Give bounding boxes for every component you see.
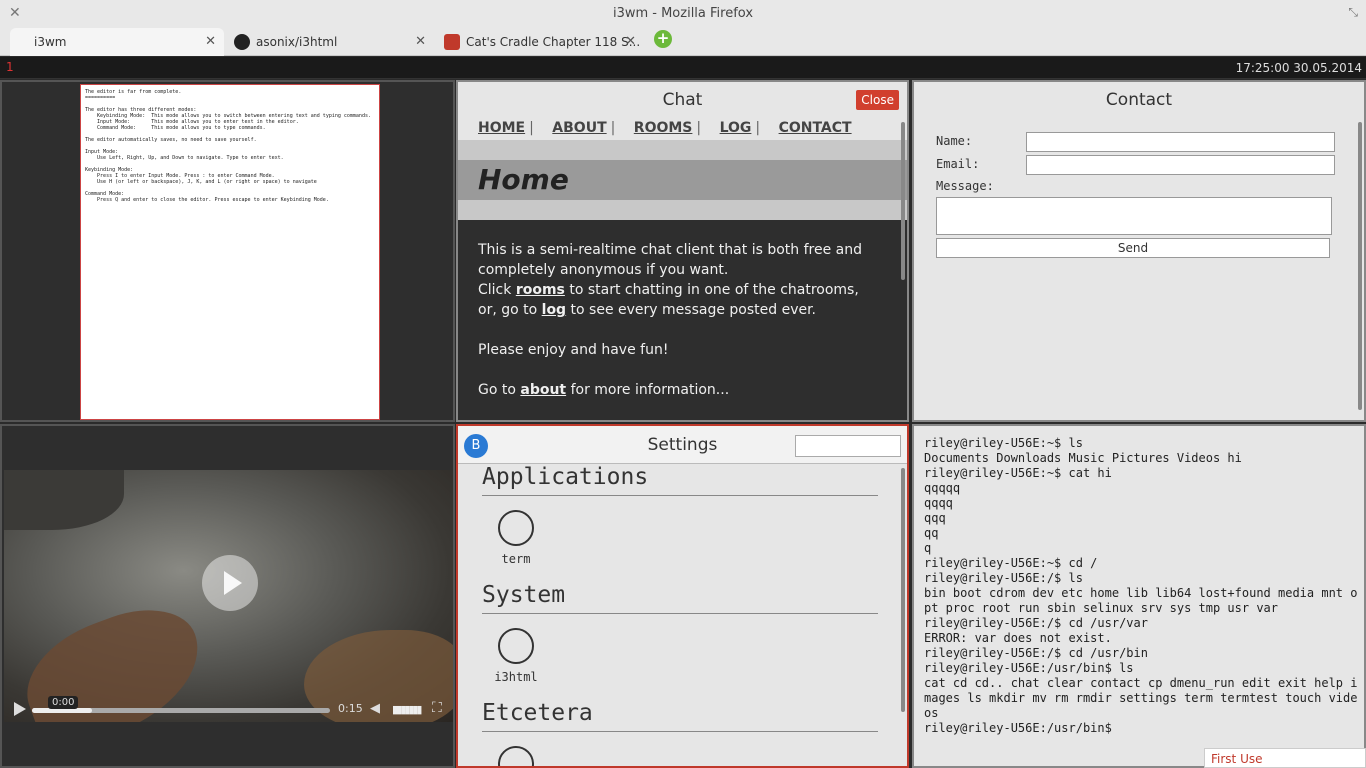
seek-bar[interactable]: 0:00 xyxy=(32,696,330,713)
message-label: Message: xyxy=(936,179,994,193)
chat-close-button[interactable]: Close xyxy=(856,90,899,110)
i3html-app-icon[interactable] xyxy=(498,628,534,664)
text: for more information... xyxy=(566,382,730,398)
contact-title: Contact xyxy=(1105,90,1173,110)
nav-log[interactable]: LOG xyxy=(720,120,752,136)
editor-window[interactable]: The editor is far from complete. =======… xyxy=(0,80,455,422)
section-applications: Applications xyxy=(482,464,878,496)
settings-title: Settings xyxy=(647,435,718,455)
clock: 17:25:00 30.05.2014 xyxy=(1235,61,1362,75)
chat-intro: This is a semi-realtime chat client that… xyxy=(458,220,907,420)
contact-window[interactable]: Contact Name: Email: Message: Send xyxy=(912,80,1366,422)
tab-asonix-i3html[interactable]: asonix/i3html ✕ xyxy=(230,28,434,56)
duration: 0:15 xyxy=(338,702,363,715)
about-link[interactable]: about xyxy=(520,382,566,398)
tab-close-icon[interactable]: ✕ xyxy=(205,34,216,49)
scrollbar[interactable] xyxy=(901,122,905,280)
fullscreen-icon[interactable]: ⛶ xyxy=(432,700,442,716)
play-icon[interactable] xyxy=(14,702,26,716)
term-app-label[interactable]: term xyxy=(486,552,546,566)
text: to start chatting in one of the chatroom… xyxy=(564,282,859,298)
settings-header: B Settings xyxy=(458,426,907,464)
tab-cats-cradle[interactable]: Cat's Cradle Chapter 118 S... ✕ xyxy=(440,28,644,56)
site-favicon-icon xyxy=(444,34,460,50)
nav-separator: | xyxy=(610,120,616,136)
email-field[interactable] xyxy=(1026,155,1335,175)
intro-line: Click rooms to start chatting in one of … xyxy=(478,280,887,300)
terminal-output[interactable]: riley@riley-U56E:~$ ls Documents Downloa… xyxy=(924,436,1360,736)
page-heading: Home xyxy=(458,160,907,200)
intro-line: or, go to log to see every message poste… xyxy=(478,300,887,320)
chat-nav: HOME | ABOUT | ROOMS | LOG | CONTACT xyxy=(458,118,907,140)
window-titlebar: ✕ i3wm - Mozilla Firefox ⤡ xyxy=(0,0,1366,28)
video-player[interactable] xyxy=(4,470,453,722)
intro-line: Please enjoy and have fun! xyxy=(478,342,669,358)
rooms-link[interactable]: rooms xyxy=(516,282,565,298)
send-button[interactable]: Send xyxy=(936,238,1330,258)
app-icon[interactable] xyxy=(498,746,534,766)
nav-contact[interactable]: CONTACT xyxy=(779,120,852,136)
intro-line: Go to about for more information... xyxy=(478,380,887,400)
text: to see every message posted ever. xyxy=(566,302,817,318)
nav-home[interactable]: HOME xyxy=(478,120,525,136)
first-use-button[interactable]: First Use xyxy=(1204,748,1366,768)
chat-title: Chat xyxy=(662,90,703,110)
text: Click xyxy=(478,282,516,298)
tab-close-icon[interactable]: ✕ xyxy=(625,34,636,49)
nav-separator: | xyxy=(755,120,761,136)
window-title: i3wm - Mozilla Firefox xyxy=(612,6,754,21)
tab-label: asonix/i3html xyxy=(256,35,338,49)
nav-rooms[interactable]: ROOMS xyxy=(634,120,693,136)
tab-label: Cat's Cradle Chapter 118 S... xyxy=(466,35,641,49)
tab-bar: i3wm ✕ asonix/i3html ✕ Cat's Cradle Chap… xyxy=(0,28,1366,56)
hero-band xyxy=(458,140,907,160)
i3html-app-label[interactable]: i3html xyxy=(486,670,546,684)
text: or, go to xyxy=(478,302,542,318)
chat-window[interactable]: Chat Close HOME | ABOUT | ROOMS | LOG | CONT… xyxy=(456,80,909,422)
play-overlay-button[interactable] xyxy=(202,555,258,611)
window-resize-icon[interactable]: ⤡ xyxy=(1348,5,1358,20)
section-system: System xyxy=(482,582,878,614)
intro-line: This is a semi-realtime chat client that… xyxy=(478,242,862,278)
name-label: Name: xyxy=(936,134,973,148)
terminal-window[interactable]: riley@riley-U56E:~$ ls Documents Downloa… xyxy=(912,424,1366,768)
settings-window[interactable]: B Settings Applications term System i3ht… xyxy=(456,424,909,768)
github-icon xyxy=(234,34,250,50)
scrollbar[interactable] xyxy=(901,468,905,712)
video-window[interactable]: 0:00 0:15 ◀ ▮▮▮▮▮▮▮ ⛶ xyxy=(0,424,455,768)
contact-header: Contact xyxy=(914,82,1364,118)
name-field[interactable] xyxy=(1026,132,1335,152)
message-field[interactable] xyxy=(936,197,1332,235)
nav-separator: | xyxy=(529,120,534,136)
editor-document[interactable]: The editor is far from complete. =======… xyxy=(80,84,380,420)
scrollbar[interactable] xyxy=(1358,122,1362,410)
settings-search-input[interactable] xyxy=(795,435,901,457)
hero-band xyxy=(458,200,907,220)
tab-i3wm[interactable]: i3wm ✕ xyxy=(10,28,224,56)
workspace-indicator[interactable]: 1 xyxy=(6,60,14,74)
tab-close-icon[interactable]: ✕ xyxy=(415,34,426,49)
settings-badge[interactable]: B xyxy=(464,434,488,458)
video-controls: 0:00 0:15 ◀ ▮▮▮▮▮▮▮ ⛶ xyxy=(4,696,453,722)
chat-header: Chat Close xyxy=(458,82,907,118)
new-tab-button[interactable]: + xyxy=(654,30,672,48)
email-label: Email: xyxy=(936,157,980,171)
tab-label: i3wm xyxy=(34,35,67,49)
section-etcetera: Etcetera xyxy=(482,700,878,732)
current-time: 0:00 xyxy=(48,696,79,709)
log-link[interactable]: log xyxy=(542,302,566,318)
i3-status-bar: 1 17:25:00 30.05.2014 xyxy=(0,57,1366,79)
text: Go to xyxy=(478,382,521,398)
nav-about[interactable]: ABOUT xyxy=(552,120,606,136)
volume-slider[interactable]: ▮▮▮▮▮▮▮ xyxy=(392,703,422,716)
video-frame-shape xyxy=(4,470,124,530)
term-app-icon[interactable] xyxy=(498,510,534,546)
nav-separator: | xyxy=(696,120,702,136)
volume-icon[interactable]: ◀ xyxy=(370,701,380,716)
